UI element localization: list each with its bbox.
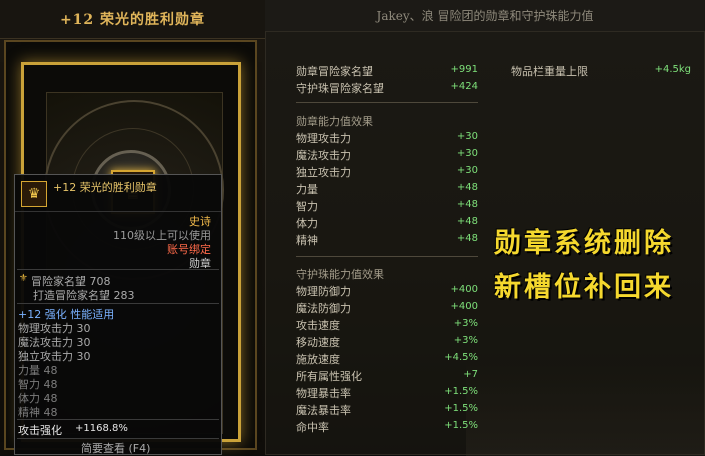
inventory-weight-label: 物品栏重量上限 (511, 65, 588, 78)
item-tooltip: ♛ +12 荣光的胜利勋章 史诗 110级以上可以使用 账号绑定 勋章 ⚜ 冒险… (14, 174, 222, 455)
guard-stat-label: 物理暴击率 (296, 387, 351, 400)
guard-stat-label: 物理防御力 (296, 285, 351, 298)
medal-stat-label: 精神 (296, 234, 318, 247)
medal-stat-value: +48 (456, 182, 478, 193)
medal-panel-title: +12 荣光的胜利勋章 (0, 0, 265, 39)
promo-text-line2: 新槽位补回来 (494, 272, 674, 303)
medal-stat-value: +48 (456, 216, 478, 227)
tooltip-item-name: +12 荣光的胜利勋章 (53, 181, 157, 194)
fame-icon: ⚜ (19, 273, 28, 284)
medal-stat-label: 魔法攻击力 (296, 149, 351, 162)
guard-stat-value: +400 (450, 284, 478, 295)
divider (17, 269, 219, 270)
crafted-fame: 打造冒险家名望 283 (33, 289, 135, 302)
medal-stat-value: +48 (456, 233, 478, 244)
guard-stat-label: 移动速度 (296, 336, 340, 349)
guard-stat-value: +3% (453, 318, 478, 329)
guard-stat-label: 魔法暴击率 (296, 404, 351, 417)
medal-stat-value: +30 (456, 131, 478, 142)
stat-line: 精神 48 (18, 406, 58, 419)
brief-view-button[interactable]: 简要查看 (F4) (81, 440, 150, 456)
guard-stat-label: 魔法防御力 (296, 302, 351, 315)
medal-stat-value: +30 (456, 165, 478, 176)
medal-stat-label: 物理攻击力 (296, 132, 351, 145)
medal-stat-value: +48 (456, 199, 478, 210)
guard-section-title: 守护珠能力值效果 (296, 268, 384, 281)
medal-stat-label: 独立攻击力 (296, 166, 351, 179)
tooltip-header: ♛ +12 荣光的胜利勋章 (15, 175, 221, 212)
guard-stat-value: +7 (463, 369, 478, 380)
guard-fame-label: 守护珠冒险家名望 (296, 82, 384, 95)
guard-fame-value: +424 (450, 81, 478, 92)
guard-stat-label: 命中率 (296, 421, 329, 434)
medal-stat-label: 智力 (296, 200, 318, 213)
medal-stat-value: +30 (456, 148, 478, 159)
medal-icon: ♛ (21, 181, 47, 207)
divider (17, 303, 219, 304)
attack-boost-label: 攻击强化 (18, 424, 62, 437)
guard-stat-label: 施放速度 (296, 353, 340, 366)
stats-panel: Jakey、浪 冒险团的勋章和守护珠能力值 勋章冒险家名望 +991 守护珠冒险… (265, 0, 705, 456)
guard-stat-value: +1.5% (444, 420, 478, 431)
guard-stat-value: +1.5% (444, 403, 478, 414)
medal-fame-label: 勋章冒险家名望 (296, 65, 373, 78)
attack-boost-value: +1168.8% (75, 423, 128, 434)
guard-stat-label: 攻击速度 (296, 319, 340, 332)
medal-stat-label: 力量 (296, 183, 318, 196)
guard-stat-value: +4.5% (444, 352, 478, 363)
divider (296, 256, 478, 257)
guard-stat-value: +400 (450, 301, 478, 312)
inventory-weight-value: +4.5kg (654, 64, 691, 75)
divider (296, 102, 478, 103)
medal-stat-label: 体力 (296, 217, 318, 230)
medal-section-title: 勋章能力值效果 (296, 115, 373, 128)
promo-text-line1: 勋章系统删除 (494, 228, 674, 259)
guard-stat-label: 所有属性强化 (296, 370, 362, 383)
background-scenery (466, 362, 705, 456)
divider (17, 438, 219, 439)
medal-fame-value: +991 (450, 64, 478, 75)
divider (17, 419, 219, 420)
guard-stat-value: +3% (453, 335, 478, 346)
stats-box: 勋章冒险家名望 +991 守护珠冒险家名望 +424 物品栏重量上限 +4.5k… (265, 31, 705, 456)
guard-stat-value: +1.5% (444, 386, 478, 397)
stats-panel-title: Jakey、浪 冒险团的勋章和守护珠能力值 (265, 0, 705, 32)
